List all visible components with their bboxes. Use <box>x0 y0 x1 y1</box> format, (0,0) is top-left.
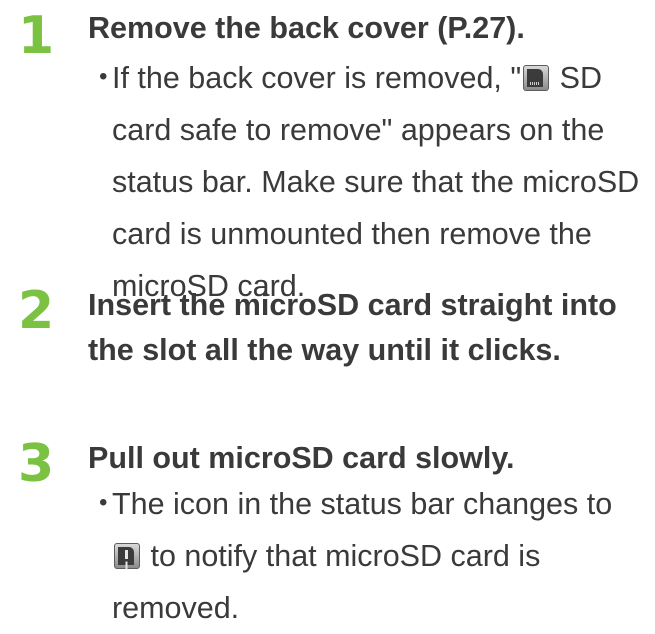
note-text: The icon in the status bar changes to to… <box>112 478 648 634</box>
page: { "steps": [ { "number": "1", "title": "… <box>0 0 655 625</box>
step-title: Pull out microSD card slowly. <box>88 441 515 475</box>
note-text-before: The icon in the status bar changes to <box>112 487 613 521</box>
note-text: If the back cover is removed, " SD card … <box>112 52 648 312</box>
sd-card-safe-to-remove-icon <box>523 65 550 91</box>
bullet: ・ <box>88 487 119 521</box>
step-number: 2 <box>18 281 55 341</box>
step-1-note: ・ If the back cover is removed, " SD car… <box>88 52 648 312</box>
step-number: 3 <box>18 434 55 494</box>
note-text-after: SD card safe to remove" appears on the s… <box>112 61 640 303</box>
note-text-after: to notify that microSD card is removed. <box>112 539 541 625</box>
sd-card-removed-icon <box>114 543 140 569</box>
step-title: Remove the back cover (P.27). <box>88 11 525 45</box>
step-3-note: ・ The icon in the status bar changes to … <box>88 478 648 634</box>
note-text-before: If the back cover is removed, " <box>112 61 522 95</box>
bullet: ・ <box>88 61 119 95</box>
step-number: 1 <box>18 6 55 66</box>
step-title: Insert the microSD card straight into th… <box>88 288 617 367</box>
